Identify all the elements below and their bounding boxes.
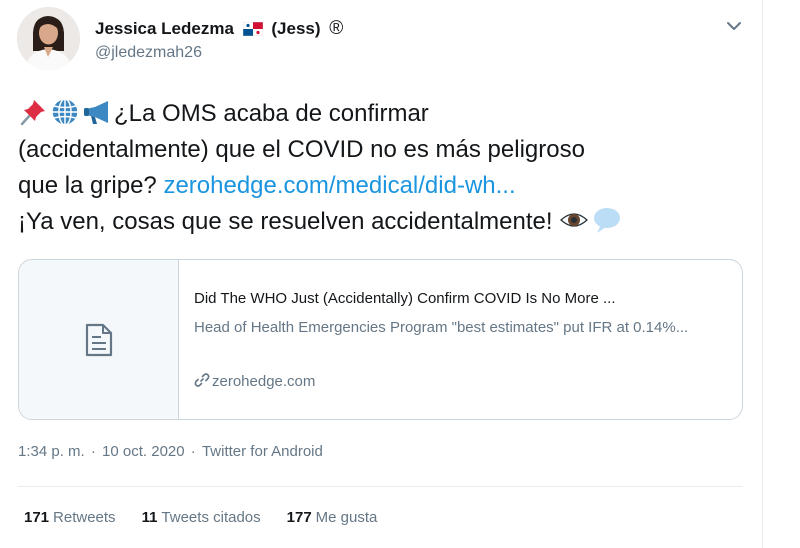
link-preview-card[interactable]: Did The WHO Just (Accidentally) Confirm … <box>18 259 743 420</box>
tweet-line-2: (accidentalmente) que el COVID no es más… <box>18 136 585 163</box>
tweet-line-4-text: ¡Ya ven, cosas que se resuelven accident… <box>18 208 560 235</box>
tweet-meta: 1:34 p. m. · 10 oct. 2020 · Twitter for … <box>18 443 325 460</box>
card-domain: zerohedge.com <box>194 372 315 390</box>
link-icon <box>194 373 210 387</box>
megaphone-emoji <box>82 97 112 127</box>
tweet-line-1-text: ¿La OMS acaba de confirmar <box>114 100 429 127</box>
meta-separator-1: · <box>86 443 101 460</box>
likes-label: Me gusta <box>315 509 378 526</box>
tweet-time[interactable]: 1:34 p. m. <box>18 443 85 460</box>
retweets-stat[interactable]: 171 Retweets <box>24 509 116 526</box>
tweet-line-4: ¡Ya ven, cosas que se resuelven accident… <box>18 204 758 240</box>
tweet-text: ¿La OMS acaba de confirmar (accidentalme… <box>18 96 758 240</box>
author-name-row[interactable]: Jessica Ledezma (Jess) ® <box>95 18 343 41</box>
card-domain-text: zerohedge.com <box>212 373 316 390</box>
quotes-stat[interactable]: 11 Tweets citados <box>142 509 261 526</box>
pushpin-emoji <box>18 97 48 127</box>
divider-top <box>18 486 743 487</box>
likes-count: 177 <box>286 509 312 526</box>
document-icon <box>85 323 113 357</box>
author-name[interactable]: Jessica Ledezma <box>95 19 234 38</box>
panama-flag-icon <box>242 21 263 41</box>
globe-emoji <box>50 97 80 127</box>
likes-stat[interactable]: 177 Me gusta <box>287 509 378 526</box>
tweet-date[interactable]: 10 oct. 2020 <box>102 443 185 460</box>
tweet-line-3: que la gripe? zerohedge.com/medical/did-… <box>18 168 758 204</box>
meta-separator-2: · <box>186 443 200 460</box>
registered-mark: ® <box>329 18 344 39</box>
eye-emoji <box>559 205 589 235</box>
card-title[interactable]: Did The WHO Just (Accidentally) Confirm … <box>194 290 616 307</box>
quotes-count: 11 <box>141 509 158 526</box>
chevron-down-icon[interactable] <box>724 16 744 36</box>
avatar[interactable] <box>17 7 80 70</box>
author-handle[interactable]: @jledezmah26 <box>95 44 202 62</box>
tweet-line-3-text: que la gripe? <box>18 172 164 199</box>
retweets-label: Retweets <box>53 509 116 526</box>
tweet-stats: 171 Retweets 11 Tweets citados 177 Me gusta <box>24 509 377 526</box>
card-thumbnail[interactable] <box>19 260 179 419</box>
card-description: Head of Health Emergencies Program "best… <box>194 319 689 336</box>
quotes-label: Tweets citados <box>161 509 261 526</box>
tweet-link[interactable]: zerohedge.com/medical/did-wh... <box>163 172 515 199</box>
speech-bubble-emoji <box>591 205 621 235</box>
retweets-count: 171 <box>24 509 50 526</box>
column-border <box>762 0 763 548</box>
tweet-line-1: ¿La OMS acaba de confirmar <box>18 96 758 132</box>
tweet-source[interactable]: Twitter for Android <box>202 443 323 460</box>
author-nickname: (Jess) <box>271 19 321 38</box>
tweet: Jessica Ledezma (Jess) ® @jledezmah26 ¿L… <box>0 0 760 548</box>
